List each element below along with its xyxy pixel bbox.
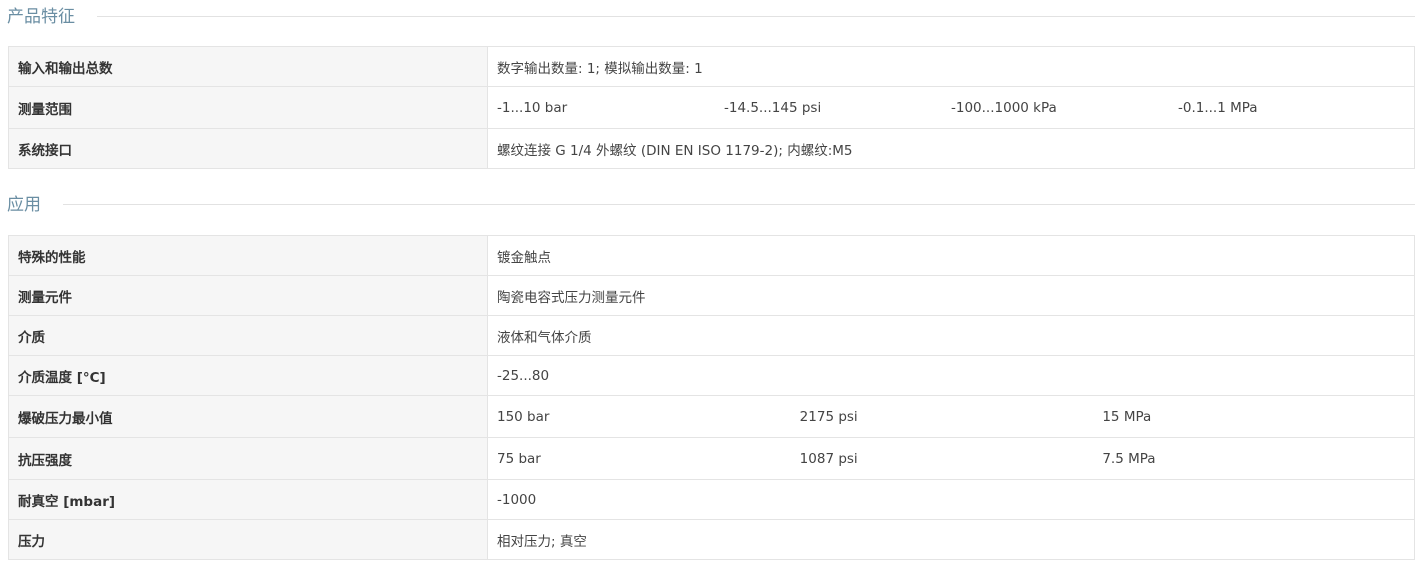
row-label: 耐真空 [mbar]	[8, 479, 488, 520]
row-label: 系统接口	[8, 128, 488, 169]
row-value: -1...10 bar -14.5...145 psi -100...1000 …	[487, 86, 1415, 129]
table-row: 输入和输出总数 数字输出数量: 1; 模拟输出数量: 1	[8, 46, 1415, 87]
row-label: 特殊的性能	[8, 235, 488, 276]
value-cell: -14.5...145 psi	[724, 99, 822, 116]
row-value: 镀金触点	[487, 235, 1415, 276]
table-row: 爆破压力最小值 150 bar 2175 psi 15 MPa	[8, 395, 1415, 438]
row-value: -25...80	[487, 355, 1415, 396]
row-value: 数字输出数量: 1; 模拟输出数量: 1	[487, 46, 1415, 87]
row-value: -1000	[487, 479, 1415, 520]
value-cell: -0.1...1 MPa	[1178, 99, 1258, 116]
value-cell: 150 bar	[497, 408, 550, 425]
table-row: 系统接口 螺纹连接 G 1/4 外螺纹 (DIN EN ISO 1179-2);…	[8, 128, 1415, 169]
table-row: 抗压强度 75 bar 1087 psi 7.5 MPa	[8, 437, 1415, 480]
section-title: 产品特征	[7, 7, 97, 27]
table-row: 测量元件 陶瓷电容式压力测量元件	[8, 275, 1415, 316]
table-row: 压力 相对压力; 真空	[8, 519, 1415, 560]
value-cell: 7.5 MPa	[1102, 450, 1156, 467]
section-title: 应用	[7, 195, 63, 215]
product-features-table: 输入和输出总数 数字输出数量: 1; 模拟输出数量: 1 测量范围 -1...1…	[8, 46, 1415, 169]
row-value: 150 bar 2175 psi 15 MPa	[487, 395, 1415, 438]
value-cell: -100...1000 kPa	[951, 99, 1057, 116]
section-header-product-features: 产品特征	[7, 7, 1415, 27]
value-cell: 75 bar	[497, 450, 541, 467]
value-cell: 2175 psi	[799, 408, 858, 425]
section-divider	[7, 204, 1415, 205]
row-label: 输入和输出总数	[8, 46, 488, 87]
value-cell: -1...10 bar	[497, 99, 568, 116]
row-label: 介质温度 [°C]	[8, 355, 488, 396]
table-row: 介质 液体和气体介质	[8, 315, 1415, 356]
row-label: 爆破压力最小值	[8, 395, 488, 438]
row-value: 相对压力; 真空	[487, 519, 1415, 560]
value-cell: 15 MPa	[1102, 408, 1152, 425]
row-value: 75 bar 1087 psi 7.5 MPa	[487, 437, 1415, 480]
section-divider	[7, 16, 1415, 17]
row-label: 压力	[8, 519, 488, 560]
table-row: 特殊的性能 镀金触点	[8, 235, 1415, 276]
table-row: 测量范围 -1...10 bar -14.5...145 psi -100...…	[8, 86, 1415, 129]
table-row: 介质温度 [°C] -25...80	[8, 355, 1415, 396]
table-row: 耐真空 [mbar] -1000	[8, 479, 1415, 520]
row-value: 液体和气体介质	[487, 315, 1415, 356]
row-value: 陶瓷电容式压力测量元件	[487, 275, 1415, 316]
row-label: 抗压强度	[8, 437, 488, 480]
row-label: 介质	[8, 315, 488, 356]
row-label: 测量元件	[8, 275, 488, 316]
value-cell: 1087 psi	[799, 450, 858, 467]
section-header-application: 应用	[7, 195, 1415, 215]
row-label: 测量范围	[8, 86, 488, 129]
row-value: 螺纹连接 G 1/4 外螺纹 (DIN EN ISO 1179-2); 内螺纹:…	[487, 128, 1415, 169]
application-table: 特殊的性能 镀金触点 测量元件 陶瓷电容式压力测量元件 介质 液体和气体介质 介…	[8, 235, 1415, 560]
